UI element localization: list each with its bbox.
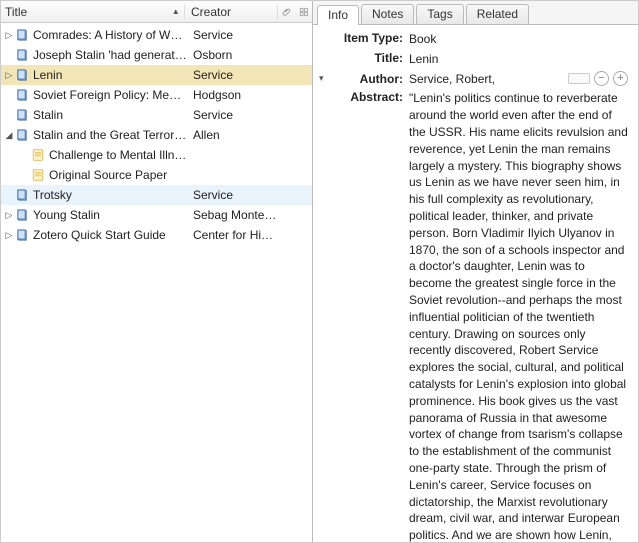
item-creator-text: Hodgson — [187, 88, 312, 102]
item-title-text: Young Stalin — [33, 208, 100, 222]
field-item-type: Item Type: Book — [319, 31, 628, 48]
twisty-icon[interactable]: ▷ — [3, 210, 15, 221]
author-controls: − + — [568, 71, 628, 86]
column-title[interactable]: Title ▴ — [1, 5, 185, 19]
cell-title: Stalin — [3, 108, 187, 122]
title-value[interactable]: Lenin — [409, 51, 628, 68]
item-title-text: Original Source Paper — [49, 168, 167, 182]
field-abstract: Abstract: "Lenin's politics continue to … — [319, 90, 628, 542]
item-type-value[interactable]: Book — [409, 31, 628, 48]
cell-title: ▷ Lenin — [3, 68, 187, 82]
item-tree[interactable]: ▷Comrades: A History of W…ServiceJoseph … — [1, 23, 312, 542]
item-zotero-guide[interactable]: ▷ Zotero Quick Start Guide Center for Hi… — [1, 225, 312, 245]
field-author: ▾ Author: Service, Robert, − + — [319, 71, 628, 88]
item-young-stalin[interactable]: ▷ Young Stalin Sebag Monte… — [1, 205, 312, 225]
tab-notes[interactable]: Notes — [361, 4, 414, 24]
column-title-label: Title — [5, 5, 27, 19]
book-icon — [15, 208, 29, 222]
column-headers: Title ▴ Creator — [1, 1, 312, 23]
item-lenin[interactable]: ▷ Lenin Service — [1, 65, 312, 85]
item-title-text: Stalin and the Great Terror… — [33, 128, 186, 142]
book-icon — [15, 128, 29, 142]
item-title-text: Zotero Quick Start Guide — [33, 228, 166, 242]
book-icon — [15, 28, 29, 42]
cell-title: Trotsky — [3, 188, 187, 202]
attachment-icon — [282, 7, 292, 17]
cell-title: Soviet Foreign Policy: Men… — [3, 88, 187, 102]
item-list-panel: Title ▴ Creator ▷ Comrades: A History of … — [1, 1, 313, 542]
field-title: Title: Lenin — [319, 51, 628, 68]
item-title-text: Lenin — [33, 68, 62, 82]
abstract-value[interactable]: "Lenin's politics continue to reverberat… — [409, 90, 628, 542]
cell-title: ▷ Young Stalin — [3, 208, 187, 222]
author-label: Author: — [332, 72, 409, 86]
item-joseph-stalin[interactable]: Joseph Stalin 'had generati…Osborn — [1, 45, 312, 65]
book-icon — [15, 108, 29, 122]
item-original-source[interactable]: Original Source Paper — [1, 165, 312, 185]
column-extra[interactable] — [278, 7, 312, 17]
item-creator-text: Service — [187, 188, 312, 202]
item-title-text: Comrades: A History of W… — [33, 28, 182, 42]
remove-author-button[interactable]: − — [594, 71, 609, 86]
twisty-icon[interactable]: ◢ — [3, 130, 15, 141]
twisty-icon[interactable]: ▷ — [3, 70, 15, 81]
book-icon — [15, 68, 29, 82]
item-creator-text: Center for Hi… — [187, 228, 312, 242]
book-icon — [15, 188, 29, 202]
details-panel: Info Notes Tags Related Item Type: Book … — [313, 1, 638, 542]
cell-title: ◢ Stalin and the Great Terror… — [3, 128, 187, 142]
item-comrades[interactable]: ▷ Comrades: A History of W… Service — [1, 25, 312, 45]
cell-title: Original Source Paper — [19, 168, 187, 182]
item-soviet-foreign-policy[interactable]: Soviet Foreign Policy: Men…Hodgson — [1, 85, 312, 105]
item-type-label: Item Type: — [319, 31, 409, 45]
add-author-button[interactable]: + — [613, 71, 628, 86]
title-label: Title: — [319, 51, 409, 65]
item-stalin[interactable]: Stalin Service — [1, 105, 312, 125]
tab-tags[interactable]: Tags — [416, 4, 463, 24]
tab-related[interactable]: Related — [466, 4, 529, 24]
app-window: Title ▴ Creator ▷ Comrades: A History of … — [0, 0, 639, 543]
abstract-label: Abstract: — [319, 90, 409, 104]
twisty-icon[interactable]: ▷ — [3, 30, 15, 41]
item-trotsky[interactable]: Trotsky Service — [1, 185, 312, 205]
note-icon — [31, 148, 45, 162]
sort-asc-icon: ▴ — [173, 6, 178, 17]
item-challenge-mental[interactable]: Challenge to Mental Illn… — [1, 145, 312, 165]
item-title-text: Joseph Stalin 'had generati… — [33, 48, 187, 62]
book-icon — [15, 88, 29, 102]
author-expand-icon[interactable]: ▾ — [319, 73, 329, 84]
detail-body: Item Type: Book Title: Lenin ▾ Author: S… — [313, 25, 638, 542]
column-creator[interactable]: Creator — [185, 5, 278, 19]
item-creator-text: Sebag Monte… — [187, 208, 312, 222]
item-creator-text: Allen — [187, 128, 312, 142]
item-stalin-great-terror[interactable]: ◢ Stalin and the Great Terror…Allen — [1, 125, 312, 145]
item-title-text: Trotsky — [33, 188, 72, 202]
item-creator-text: Service — [187, 28, 312, 42]
author-value[interactable]: Service, Robert, — [409, 71, 495, 88]
tab-info[interactable]: Info — [317, 5, 359, 25]
item-title-text: Challenge to Mental Illn… — [49, 148, 186, 162]
detail-tabs: Info Notes Tags Related — [313, 1, 638, 25]
item-title-text: Stalin — [33, 108, 63, 122]
cell-title: ▷ Zotero Quick Start Guide — [3, 228, 187, 242]
item-creator-text: Service — [187, 68, 312, 82]
cell-title: ▷ Comrades: A History of W… — [3, 28, 187, 42]
twisty-icon[interactable]: ▷ — [3, 230, 15, 241]
item-creator-text: Osborn — [187, 48, 312, 62]
note-icon — [31, 168, 45, 182]
column-creator-label: Creator — [191, 5, 231, 19]
book-icon — [15, 48, 29, 62]
cell-title: Challenge to Mental Illn… — [19, 148, 187, 162]
book-icon — [15, 228, 29, 242]
item-creator-text: Service — [187, 108, 312, 122]
column-picker-icon — [299, 7, 309, 17]
item-title-text: Soviet Foreign Policy: Men… — [33, 88, 187, 102]
name-mode-toggle[interactable] — [568, 73, 590, 84]
cell-title: Joseph Stalin 'had generati… — [3, 48, 187, 62]
